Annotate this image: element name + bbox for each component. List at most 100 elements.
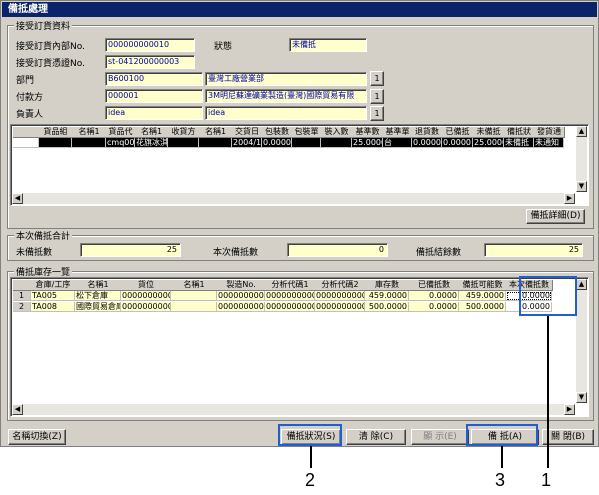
- stock-grid-header[interactable]: 名稱1: [75, 280, 122, 291]
- stock-grid-cell[interactable]: 松下倉庫: [75, 291, 121, 301]
- stock-grid-cell[interactable]: TA008: [31, 302, 75, 312]
- order-grid-cell[interactable]: 25.0000: [352, 138, 383, 148]
- payer-lookup-button[interactable]: 1: [370, 89, 384, 104]
- order-grid-cell[interactable]: [39, 138, 72, 148]
- dept-lookup-button[interactable]: 1: [370, 71, 384, 86]
- order-grid-cell[interactable]: [199, 138, 232, 148]
- scroll-up-icon[interactable]: ▲: [576, 126, 587, 137]
- order-grid-header[interactable]: 未備抵: [473, 127, 505, 138]
- stock-grid-header[interactable]: 備抵可能數: [459, 280, 507, 291]
- stock-grid-cell[interactable]: 459.0000: [459, 291, 506, 301]
- stock-grid-cell[interactable]: 2: [13, 302, 31, 312]
- order-grid-cell[interactable]: 未備抵: [504, 138, 534, 148]
- scroll-left-icon[interactable]: ◀: [12, 404, 23, 415]
- order-grid-cell[interactable]: 25.0000: [473, 138, 504, 148]
- order-grid-header[interactable]: 基準數: [352, 127, 384, 138]
- order-grid-header[interactable]: 收貨方: [168, 127, 200, 138]
- order-grid-vscroll[interactable]: ▲ ▼: [576, 126, 587, 192]
- order-grid-cell[interactable]: 0.0000: [412, 138, 442, 148]
- order-grid-header[interactable]: 貨品代: [106, 127, 136, 138]
- payer-name-field[interactable]: 3M明尼蘇達礦業製造(臺灣)國際貿易有限: [205, 89, 367, 103]
- stock-grid-cell[interactable]: 0.0000: [409, 291, 459, 301]
- stock-grid-cell[interactable]: 國際貿易倉庫: [75, 302, 121, 312]
- order-grid-header[interactable]: 交貨日: [232, 127, 263, 138]
- stock-grid-cell[interactable]: 1: [13, 291, 31, 301]
- order-grid-header[interactable]: 名稱1: [135, 127, 169, 138]
- stock-grid-cell[interactable]: 000000000000: [121, 302, 171, 312]
- scroll-right-icon[interactable]: ▶: [564, 404, 575, 415]
- stock-grid-header[interactable]: 名稱1: [171, 280, 218, 291]
- stock-grid-hscroll[interactable]: ◀ ▶: [12, 404, 575, 415]
- order-no-field[interactable]: st-041200000003: [105, 55, 195, 69]
- stock-grid-header[interactable]: 倉庫/工序: [31, 280, 76, 291]
- payer-code-field[interactable]: 000001: [105, 89, 203, 103]
- order-grid-header[interactable]: 已備抵: [442, 127, 474, 138]
- scroll-down-icon[interactable]: ▼: [576, 392, 587, 403]
- order-grid-cell[interactable]: [72, 138, 106, 148]
- stock-grid-cell[interactable]: 000000000000: [315, 302, 365, 312]
- display-button[interactable]: 顯 示(E): [411, 429, 469, 445]
- stock-grid-cell[interactable]: [171, 291, 217, 301]
- order-grid-cell[interactable]: [292, 138, 321, 148]
- stock-grid-header[interactable]: 分析代碼1: [265, 280, 316, 291]
- order-grid-header[interactable]: 退貨數: [412, 127, 443, 138]
- owner-name-field[interactable]: idea: [205, 106, 367, 120]
- order-lines-grid[interactable]: 貨品組名稱1貨品代cmq0001名稱1花旗冰淇收貨方名稱1交貨日2004/12/…: [10, 124, 589, 206]
- order-grid-cell[interactable]: [321, 138, 352, 148]
- name-switch-button[interactable]: 名稱切換(Z): [8, 429, 66, 445]
- stock-grid-header[interactable]: 已備抵數: [409, 280, 460, 291]
- order-grid-cell[interactable]: 2004/12/: [232, 138, 262, 148]
- order-grid-cell[interactable]: cmq0001: [106, 138, 135, 148]
- stock-grid-header[interactable]: 製造No.: [217, 280, 266, 291]
- stock-grid-cell[interactable]: 000000000000: [265, 291, 315, 301]
- stock-grid-cell[interactable]: 0.0000: [409, 302, 459, 312]
- stock-grid-header[interactable]: 分析代碼2: [315, 280, 366, 291]
- unallocated-field[interactable]: 25: [80, 243, 181, 257]
- scroll-up-icon[interactable]: ▲: [576, 279, 587, 290]
- order-grid-cell[interactable]: [168, 138, 199, 148]
- order-grid-cell[interactable]: 台: [383, 138, 412, 148]
- order-grid-header[interactable]: 裝入數: [321, 127, 353, 138]
- order-grid-header[interactable]: 包裝數: [262, 127, 293, 138]
- order-grid-hscroll[interactable]: ◀ ▶: [12, 193, 575, 204]
- allocation-detail-button[interactable]: 備抵詳細(D): [526, 209, 585, 224]
- stock-grid-cell[interactable]: [171, 302, 217, 312]
- stock-grid-cell[interactable]: 500.0000: [459, 302, 506, 312]
- scroll-down-icon[interactable]: ▼: [576, 181, 587, 192]
- stock-grid-header[interactable]: [13, 280, 32, 291]
- stock-grid-header[interactable]: 庫存數: [365, 280, 410, 291]
- stock-grid[interactable]: 1 2 倉庫/工序 TA005 TA008 名稱1 松下倉庫 國際貿易倉庫 貨位 00000000…: [10, 277, 589, 417]
- dept-code-field[interactable]: B600100: [105, 72, 203, 86]
- status-field[interactable]: 未備抵: [289, 38, 367, 52]
- dept-name-field[interactable]: 臺灣工廠營業部: [205, 72, 367, 86]
- remaining-field[interactable]: 25: [484, 243, 583, 257]
- owner-lookup-button[interactable]: 1: [370, 106, 384, 121]
- order-grid-header[interactable]: 基準單: [383, 127, 413, 138]
- stock-grid-cell[interactable]: 000000000000: [217, 291, 265, 301]
- order-grid-cell[interactable]: 0.0000: [442, 138, 473, 148]
- current-allocation-field[interactable]: 0: [287, 243, 388, 257]
- stock-grid-cell[interactable]: 459.0000: [365, 291, 409, 301]
- scroll-right-icon[interactable]: ▶: [564, 193, 575, 204]
- owner-code-field[interactable]: idea: [105, 106, 203, 120]
- stock-grid-cell[interactable]: 000000000000: [121, 291, 171, 301]
- order-grid-header[interactable]: 名稱1: [199, 127, 233, 138]
- order-grid-cell[interactable]: 花旗冰淇: [135, 138, 168, 148]
- order-grid-cell[interactable]: 未通知: [534, 138, 564, 148]
- close-button[interactable]: 關 閉(B): [542, 429, 594, 445]
- stock-grid-cell[interactable]: TA005: [31, 291, 75, 301]
- stock-grid-cell[interactable]: 000000000000: [217, 302, 265, 312]
- order-grid-header[interactable]: 發貨通: [534, 127, 565, 138]
- scroll-left-icon[interactable]: ◀: [12, 193, 23, 204]
- order-grid-header[interactable]: 貨品組: [39, 127, 73, 138]
- stock-grid-header[interactable]: 貨位: [121, 280, 172, 291]
- stock-grid-cell[interactable]: 500.0000: [365, 302, 409, 312]
- order-grid-header[interactable]: 名稱1: [72, 127, 107, 138]
- order-grid-header[interactable]: 包裝單: [292, 127, 322, 138]
- stock-grid-cell[interactable]: 000000000000: [315, 291, 365, 301]
- order-grid-cell[interactable]: [13, 138, 39, 148]
- order-grid-header[interactable]: 備抵狀: [504, 127, 535, 138]
- order-grid-header[interactable]: [13, 127, 40, 138]
- stock-grid-vscroll[interactable]: ▲ ▼: [576, 279, 587, 403]
- order-grid-cell[interactable]: 0.0000: [262, 138, 292, 148]
